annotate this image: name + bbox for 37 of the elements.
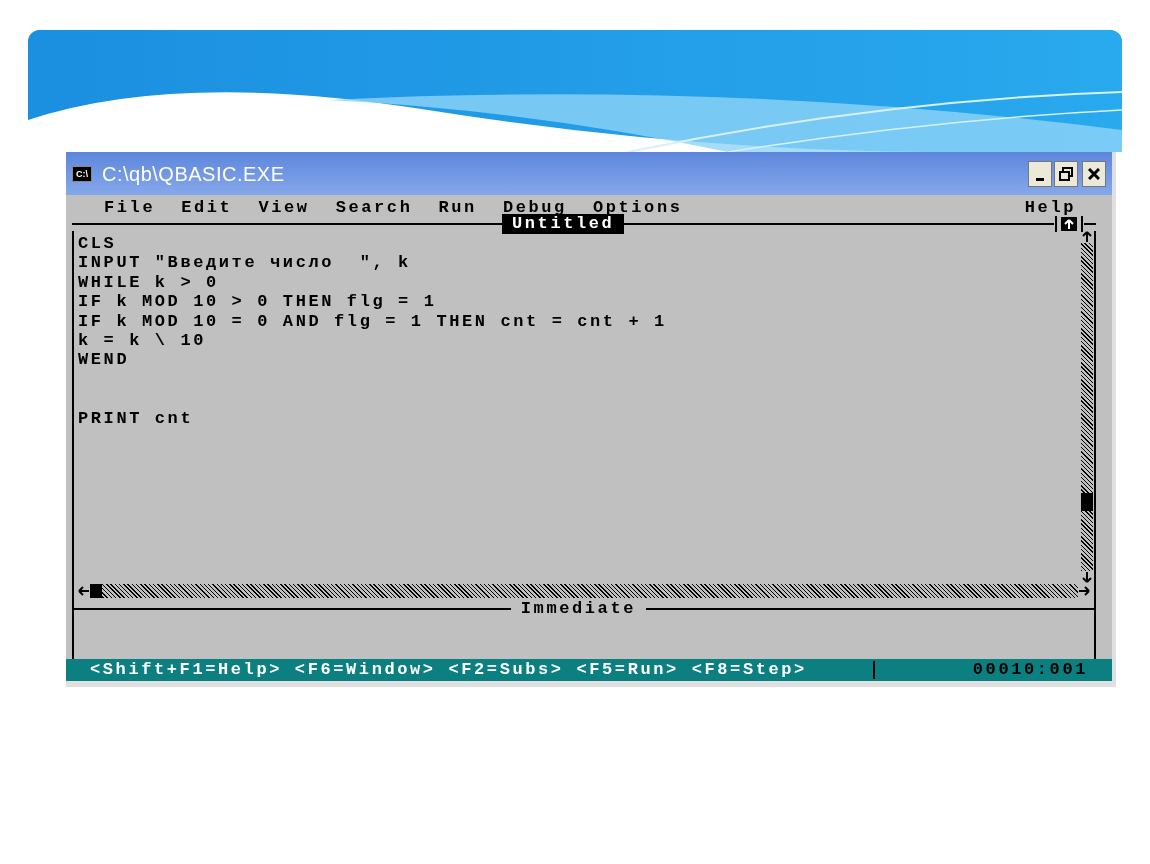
code-line: IF k MOD 10 > 0 THEN flg = 1 — [78, 292, 438, 312]
scroll-thumb[interactable] — [1081, 493, 1093, 511]
help-menu-item[interactable]: Help — [1024, 197, 1076, 217]
scroll-right-arrow-icon[interactable] — [1078, 585, 1090, 597]
menu-item[interactable]: Search — [335, 197, 413, 217]
menu-item[interactable]: File — [104, 197, 156, 217]
vertical-scrollbar[interactable] — [1080, 231, 1094, 583]
code-line: k = k \ 10 — [78, 330, 208, 351]
window-icon: C:\ — [72, 165, 92, 182]
menu-item[interactable]: Run — [438, 197, 477, 217]
window-title: C:\qb\QBASIC.EXE — [102, 161, 285, 187]
immediate-title: Immediate — [519, 599, 637, 619]
restore-button[interactable] — [1054, 160, 1078, 187]
minimize-button[interactable] — [1028, 160, 1052, 187]
cursor-position: 00010:001 — [972, 660, 1088, 680]
code-editor[interactable]: CLS INPUT "Введите число ", k WHILE k > 0 IF k MOD 10 > 0 THEN flg = 1 IF k MOD 10 = 0 AND flg = 1 THEN cnt = cnt + 1 k = k \ 10 WEND PRINT cnt — [74, 231, 1080, 583]
horizontal-scrollbar[interactable] — [72, 583, 1096, 599]
menu-item[interactable]: Options — [592, 197, 683, 217]
editor-title: Untitled — [502, 214, 625, 234]
code-line: WEND — [78, 350, 131, 370]
scroll-thumb[interactable] — [90, 584, 102, 598]
scroll-left-arrow-icon[interactable] — [78, 585, 90, 597]
scroll-down-arrow-icon[interactable] — [1081, 571, 1093, 583]
menu-item[interactable]: View — [258, 197, 310, 217]
code-line: IF k MOD 10 = 0 AND flg = 1 THEN cnt = cnt + 1 — [78, 311, 668, 331]
code-line: WHILE k > 0 — [78, 272, 220, 293]
scroll-up-arrow-icon[interactable] — [1081, 231, 1093, 243]
close-icon — [1088, 167, 1100, 180]
menu-item[interactable]: Debug — [502, 197, 567, 217]
code-line: CLS — [78, 234, 118, 254]
maximize-icon[interactable] — [1054, 216, 1084, 232]
restore-icon — [1059, 166, 1073, 181]
code-line: PRINT cnt — [78, 408, 195, 428]
code-line: INPUT "Введите число ", k — [78, 253, 412, 273]
menu-item[interactable]: Edit — [181, 197, 233, 217]
close-button[interactable] — [1082, 160, 1106, 187]
status-hints: <Shift+F1=Help> <F6=Window> <F2=Subs> <F5=Run> <F8=Step> — [90, 660, 807, 680]
